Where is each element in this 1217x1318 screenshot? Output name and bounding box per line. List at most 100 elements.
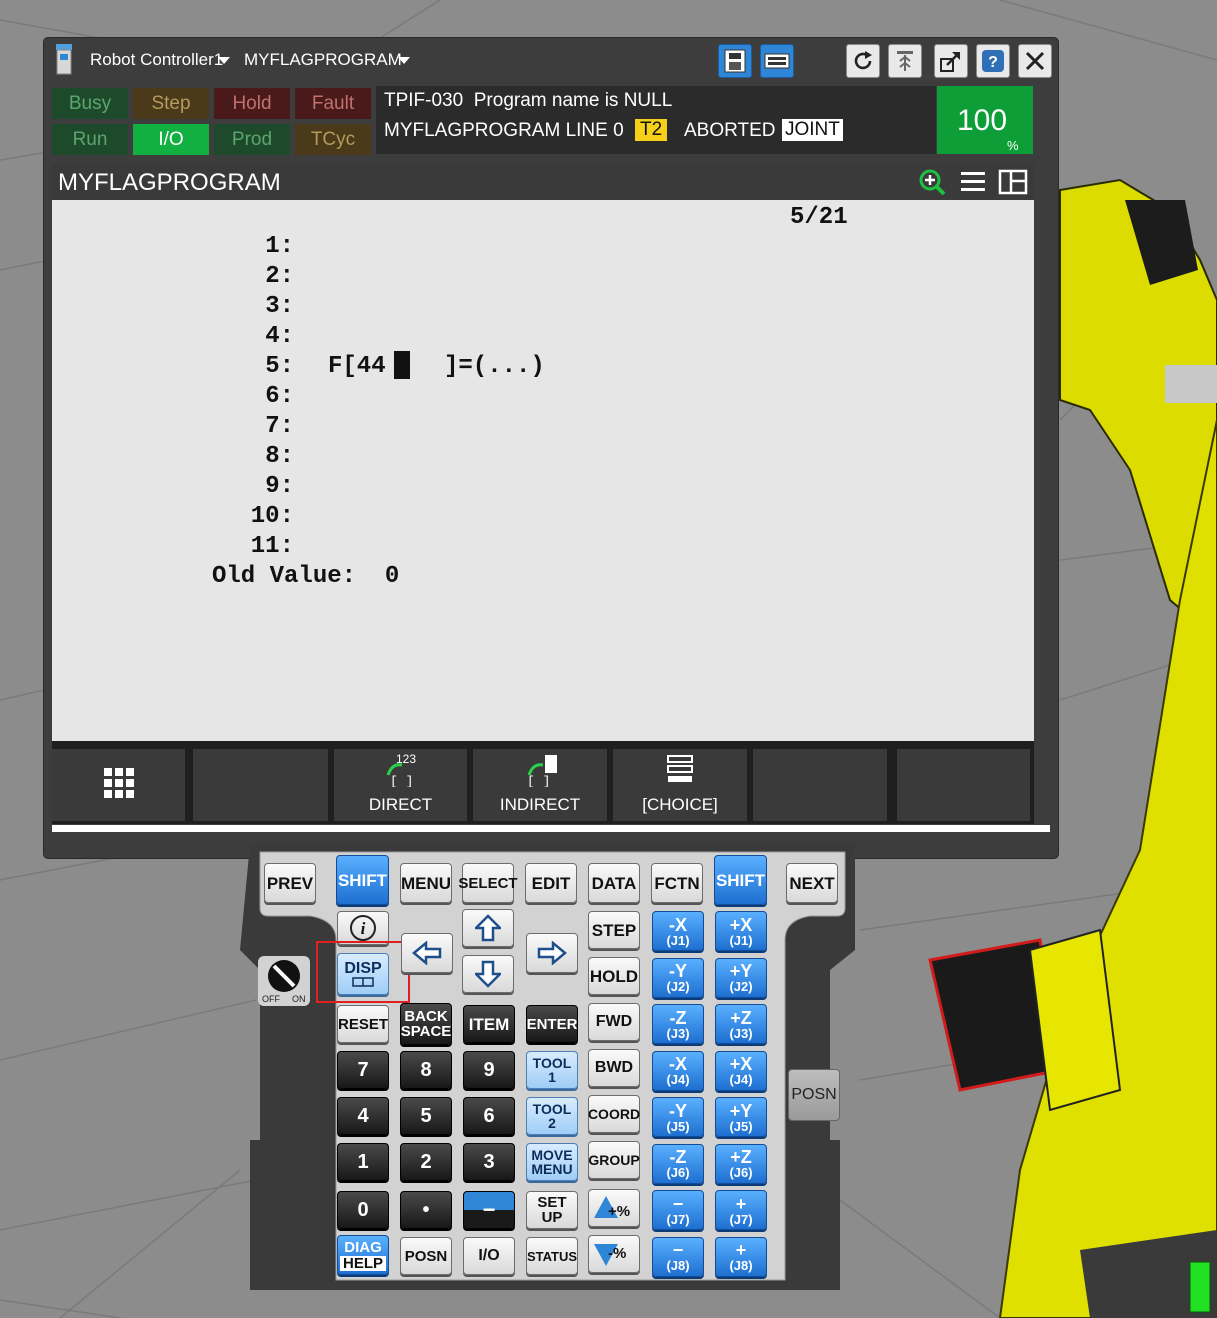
io-key[interactable]: I/O xyxy=(463,1237,515,1275)
jog-plusz-j6-key[interactable]: +Z (J6) xyxy=(715,1143,767,1184)
digit-3-key[interactable]: 3 xyxy=(463,1143,515,1181)
program-dropdown-icon[interactable] xyxy=(398,57,410,65)
line-number[interactable]: 2: xyxy=(265,263,294,290)
jog-plusy-j5-key[interactable]: +Y (J5) xyxy=(715,1097,767,1137)
fwd-key[interactable]: FWD xyxy=(588,1003,640,1041)
digit-0-key[interactable]: 0 xyxy=(337,1191,389,1229)
jog-minusx-j1-key[interactable]: -X (J1) xyxy=(652,911,704,951)
decimal-point-key[interactable]: • xyxy=(400,1191,452,1229)
zoom-in-icon[interactable] xyxy=(918,168,948,196)
reset-key[interactable]: RESET xyxy=(337,1005,389,1043)
select-key[interactable]: SELECT xyxy=(458,863,518,903)
line-number[interactable]: 4: xyxy=(265,323,294,350)
line-number[interactable]: 1: xyxy=(265,233,294,260)
jog-minusz-j3-key[interactable]: -Z (J3) xyxy=(652,1004,704,1044)
minus-percent-key[interactable]: -% xyxy=(588,1235,640,1273)
line-number[interactable]: 5: xyxy=(265,353,294,380)
up-arrow-key[interactable] xyxy=(462,909,514,947)
popout-button[interactable] xyxy=(934,44,968,78)
digit-4-key[interactable]: 4 xyxy=(337,1097,389,1135)
digit-7-key[interactable]: 7 xyxy=(337,1051,389,1089)
line-number[interactable]: 3: xyxy=(265,293,294,320)
backspace-key[interactable]: BACK SPACE xyxy=(400,1003,452,1045)
posn-side-key[interactable]: POSN xyxy=(788,1069,840,1121)
left-arrow-key[interactable] xyxy=(401,933,453,973)
line-number[interactable]: 10: xyxy=(251,503,294,530)
jog-plus-j8-key[interactable]: + (J8) xyxy=(715,1236,767,1277)
deadman-button[interactable] xyxy=(888,44,922,78)
down-arrow-key[interactable] xyxy=(462,955,514,993)
f1-menu-key[interactable] xyxy=(52,749,185,821)
digit-9-key[interactable]: 9 xyxy=(463,1051,515,1089)
diag-help-key[interactable]: DIAG HELP xyxy=(337,1235,389,1275)
coord-key[interactable]: COORD xyxy=(588,1095,640,1133)
next-key[interactable]: NEXT xyxy=(786,863,838,903)
data-key[interactable]: DATA xyxy=(588,863,640,903)
help-button[interactable]: ? xyxy=(976,44,1010,78)
item-key[interactable]: ITEM xyxy=(463,1005,515,1043)
f4-indirect-key[interactable]: [ ] INDIRECT xyxy=(473,749,607,821)
digit-1-key[interactable]: 1 xyxy=(337,1143,389,1181)
override-unit: % xyxy=(1007,138,1019,153)
jog-minus-j8-key[interactable]: − (J8) xyxy=(652,1236,704,1277)
reset-view-button[interactable] xyxy=(846,44,880,78)
move-menu-key[interactable]: MOVE MENU xyxy=(526,1143,578,1181)
hold-key[interactable]: HOLD xyxy=(588,957,640,995)
jog-plusx-j1-key[interactable]: +X (J1) xyxy=(715,911,767,951)
menu-list-icon[interactable] xyxy=(960,170,986,194)
prev-key[interactable]: PREV xyxy=(264,863,316,903)
jog-plus-j7-key[interactable]: + (J7) xyxy=(715,1190,767,1230)
jog-plusz-j3-key[interactable]: +Z (J3) xyxy=(715,1004,767,1044)
right-arrow-key[interactable] xyxy=(526,933,578,973)
enter-key[interactable]: ENTER xyxy=(526,1005,578,1043)
f7-key[interactable] xyxy=(897,749,1030,821)
split-screen-icon[interactable] xyxy=(998,169,1028,195)
fctn-key[interactable]: FCTN xyxy=(651,863,703,903)
f5-choice-key[interactable]: [CHOICE] xyxy=(613,749,747,821)
f2-key[interactable] xyxy=(193,749,328,821)
override-display[interactable]: 100 % xyxy=(937,86,1033,154)
bwd-key[interactable]: BWD xyxy=(588,1049,640,1087)
info-key[interactable]: i xyxy=(337,911,389,945)
jog-minusx-j4-key[interactable]: -X (J4) xyxy=(652,1050,704,1091)
enable-switch[interactable]: OFF ON xyxy=(258,956,310,1006)
program-edit-screen[interactable]: 5/21 1: 2: 3: 4: 5: 6: 7: 8: 9: 10: 11: F[44 ]=(..… xyxy=(52,200,1034,741)
line-number[interactable]: 7: xyxy=(265,413,294,440)
setup-key[interactable]: SET UP xyxy=(526,1191,578,1229)
keyboard-button[interactable] xyxy=(760,44,794,78)
close-button[interactable] xyxy=(1018,44,1052,78)
menu-key[interactable]: MENU xyxy=(400,863,452,903)
plus-percent-key[interactable]: +% xyxy=(588,1189,640,1227)
posn-key[interactable]: POSN xyxy=(400,1237,452,1275)
jog-plusy-j2-key[interactable]: +Y (J2) xyxy=(715,957,767,998)
shift-left-key[interactable]: SHIFT xyxy=(336,855,389,905)
jog-minusy-j2-key[interactable]: -Y (J2) xyxy=(652,957,704,998)
controller-name[interactable]: Robot Controller1 xyxy=(90,50,223,70)
tool1-key[interactable]: TOOL 1 xyxy=(526,1051,578,1089)
program-name[interactable]: MYFLAGPROGRAM xyxy=(244,50,402,70)
line-number[interactable]: 11: xyxy=(251,533,294,560)
digit-5-key[interactable]: 5 xyxy=(400,1097,452,1135)
controller-dropdown-icon[interactable] xyxy=(218,57,230,65)
line-number[interactable]: 9: xyxy=(265,473,294,500)
text-cursor[interactable] xyxy=(394,351,410,379)
edit-key[interactable]: EDIT xyxy=(525,863,577,903)
digit-2-key[interactable]: 2 xyxy=(400,1143,452,1181)
line-number[interactable]: 6: xyxy=(265,383,294,410)
f6-key[interactable] xyxy=(753,749,887,821)
pendant-view-button[interactable] xyxy=(718,44,752,78)
shift-right-key[interactable]: SHIFT xyxy=(714,855,767,905)
status-key[interactable]: STATUS xyxy=(526,1237,578,1275)
jog-plusx-j4-key[interactable]: +X (J4) xyxy=(715,1050,767,1091)
step-key[interactable]: STEP xyxy=(588,911,640,949)
jog-minusz-j6-key[interactable]: -Z (J6) xyxy=(652,1143,704,1184)
f3-direct-key[interactable]: 123 [ ] DIRECT xyxy=(334,749,467,821)
jog-minus-j7-key[interactable]: − (J7) xyxy=(652,1190,704,1230)
jog-minusy-j5-key[interactable]: -Y (J5) xyxy=(652,1097,704,1137)
digit-6-key[interactable]: 6 xyxy=(463,1097,515,1135)
digit-8-key[interactable]: 8 xyxy=(400,1051,452,1089)
group-key[interactable]: GROUP xyxy=(588,1141,640,1179)
line-number[interactable]: 8: xyxy=(265,443,294,470)
minus-key[interactable]: − xyxy=(463,1191,515,1229)
tool2-key[interactable]: TOOL 2 xyxy=(526,1097,578,1135)
